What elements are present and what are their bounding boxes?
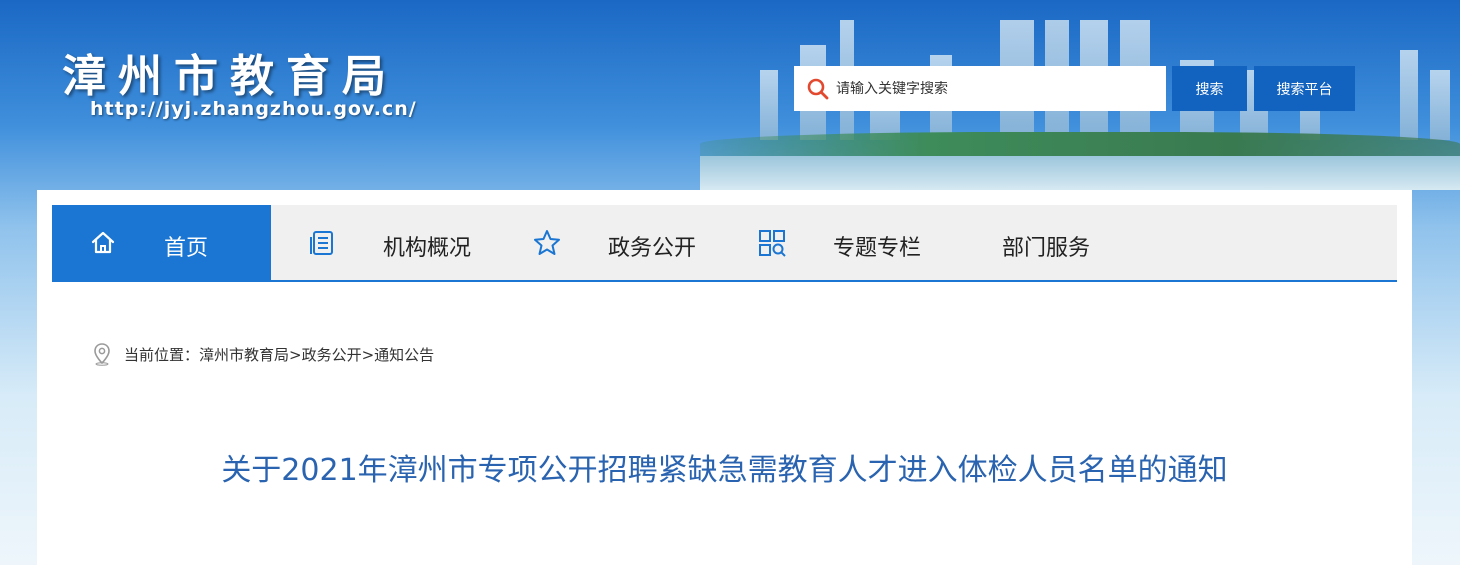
main-panel: 首页 机构概况 政务公开 专题专栏 部门服务 当前位置： 漳州市教育局>政务公开…: [37, 190, 1412, 565]
nav-label-organization: 机构概况: [383, 236, 472, 261]
breadcrumb-path[interactable]: 漳州市教育局>政务公开>通知公告: [199, 344, 434, 365]
search-icon: [807, 78, 829, 99]
nav-item-organization[interactable]: 机构概况: [271, 205, 496, 280]
search-box: [794, 66, 1166, 111]
star-icon: [534, 230, 560, 255]
home-icon: [91, 231, 115, 254]
nav-item-home[interactable]: 首页: [52, 205, 271, 280]
search-input[interactable]: [836, 80, 1156, 97]
nav-label-special-topics: 专题专栏: [833, 236, 922, 261]
breadcrumb: 当前位置： 漳州市教育局>政务公开>通知公告: [92, 342, 434, 366]
grid-search-icon: [759, 230, 786, 257]
nav-label-department-services: 部门服务: [1002, 236, 1091, 261]
nav-item-government-affairs[interactable]: 政务公开: [496, 205, 721, 280]
search-button[interactable]: 搜索: [1172, 66, 1247, 111]
site-title[interactable]: 漳州市教育局: [62, 40, 398, 104]
breadcrumb-prefix: 当前位置：: [124, 345, 200, 364]
site-header: 漳州市教育局 http://jyj.zhangzhou.gov.cn/ 搜索 搜…: [0, 0, 1460, 190]
location-pin-icon: [94, 343, 110, 366]
document-list-icon: [310, 231, 333, 255]
article-title: 关于2021年漳州市专项公开招聘紧缺急需教育人才进入体检人员名单的通知: [221, 453, 1228, 488]
nav-label-home: 首页: [164, 236, 209, 261]
search-platform-button[interactable]: 搜索平台: [1254, 66, 1355, 111]
nav-label-government-affairs: 政务公开: [608, 236, 697, 261]
nav-item-special-topics[interactable]: 专题专栏: [721, 205, 946, 280]
site-url: http://jyj.zhangzhou.gov.cn/: [90, 98, 417, 120]
main-nav: 首页 机构概况 政务公开 专题专栏 部门服务: [52, 205, 1397, 282]
nav-item-department-services[interactable]: 部门服务: [946, 205, 1171, 280]
